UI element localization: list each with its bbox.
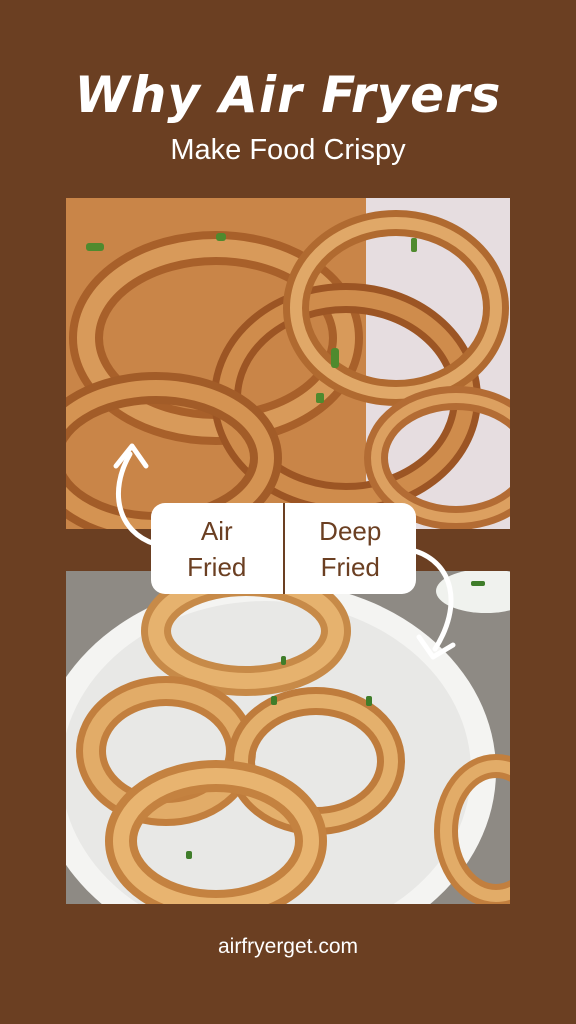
deep-fried-label: Deep Fried	[285, 503, 417, 594]
deep-fried-label-line2: Fried	[320, 551, 380, 582]
comparison-label-box: Air Fried Deep Fried	[151, 503, 416, 594]
page-title: Why Air Fryers	[74, 66, 502, 124]
website-link[interactable]: airfryerget.com	[0, 935, 576, 959]
air-fried-label: Air Fried	[151, 503, 283, 594]
air-fried-label-line1: Air	[200, 515, 233, 546]
page-subtitle: Make Food Crispy	[170, 134, 406, 166]
air-fried-label-line2: Fried	[187, 551, 247, 582]
deep-fried-label-line1: Deep	[319, 515, 382, 546]
